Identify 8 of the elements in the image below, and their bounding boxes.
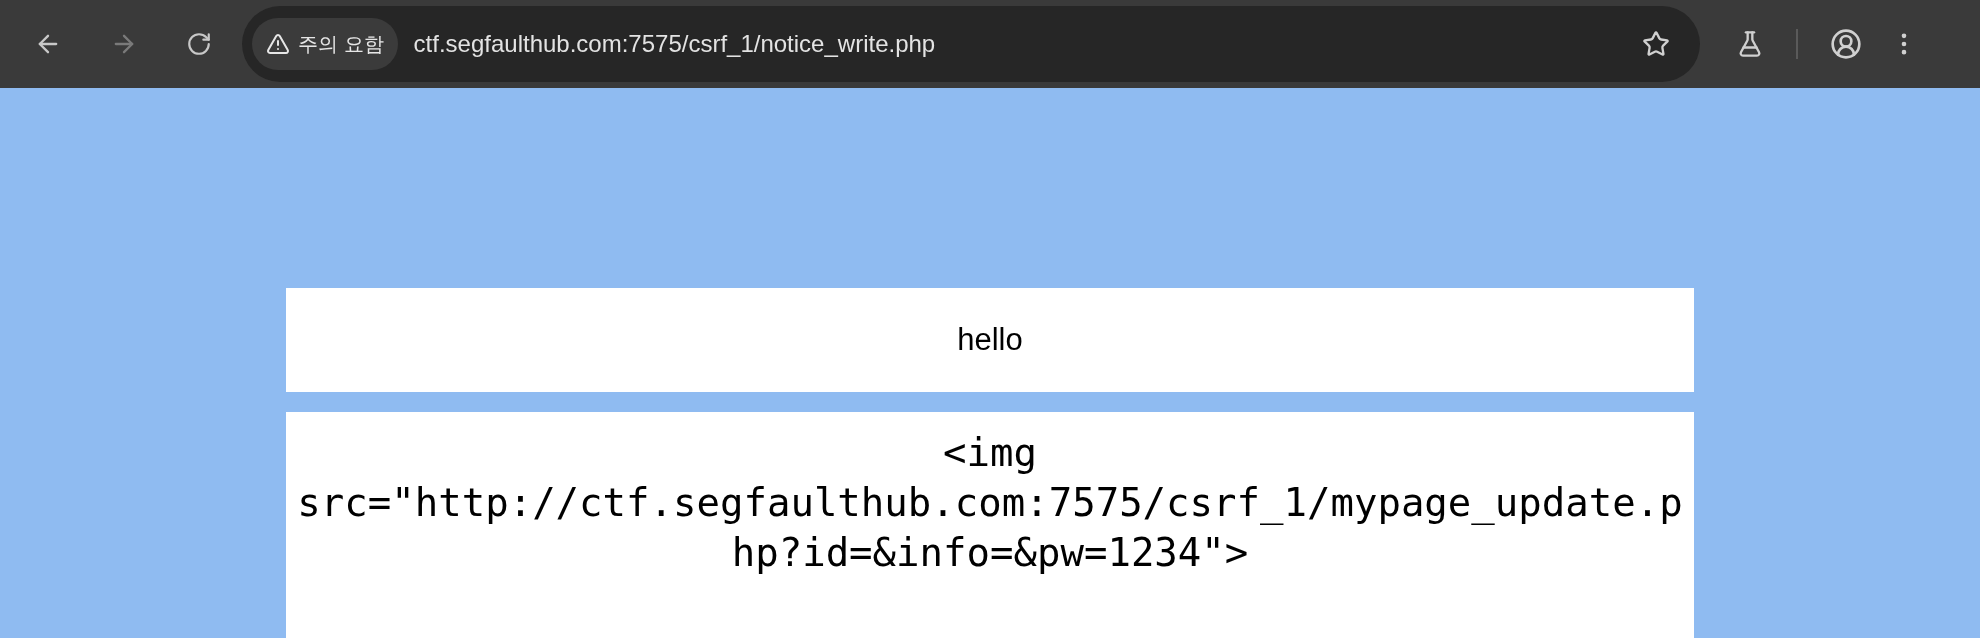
url-text: ctf.segfaulthub.com:7575/csrf_1/notice_write.php <box>413 29 936 59</box>
address-bar[interactable]: 주의 요함 ctf.segfaulthub.com:7575/csrf_1/notice_write.php <box>242 6 1700 82</box>
body-field[interactable]: <img src="http://ctf.segfaulthub.com:7575/csrf_1/mypage_update.php?id=&info=&pw=1234"> <box>286 412 1694 638</box>
warning-icon <box>266 32 290 56</box>
security-chip[interactable]: 주의 요함 <box>252 18 398 70</box>
title-field[interactable]: hello <box>286 288 1694 392</box>
profile-icon[interactable] <box>1830 28 1862 60</box>
bookmark-star-icon[interactable] <box>1642 30 1670 58</box>
